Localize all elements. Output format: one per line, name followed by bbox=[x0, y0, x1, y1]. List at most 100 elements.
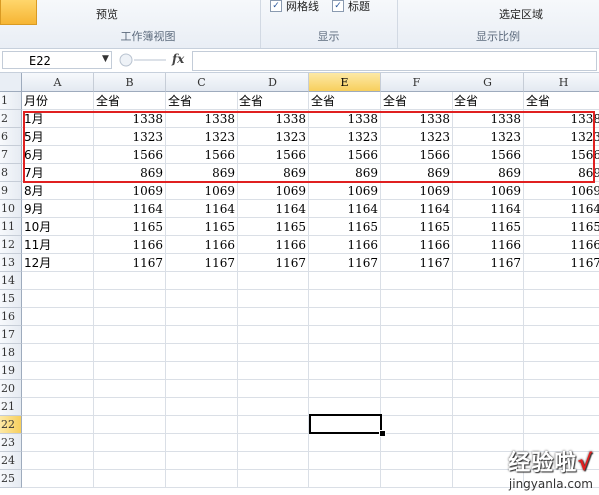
cell-d24[interactable] bbox=[237, 452, 309, 470]
cell-a12[interactable]: 11月 bbox=[22, 236, 94, 254]
cell-h21[interactable] bbox=[524, 398, 599, 416]
cell-d25[interactable] bbox=[237, 470, 309, 488]
cell-b6[interactable]: 1323 bbox=[94, 128, 166, 146]
cell-f15[interactable] bbox=[381, 290, 453, 308]
cell-f6[interactable]: 1323 bbox=[381, 128, 453, 146]
cell-c24[interactable] bbox=[166, 452, 238, 470]
gridlines-checkbox[interactable]: ✓ bbox=[270, 0, 282, 12]
cell-d7[interactable]: 1566 bbox=[237, 146, 309, 164]
cell-e10[interactable]: 1164 bbox=[309, 200, 381, 218]
cell-d18[interactable] bbox=[237, 344, 309, 362]
cell-e14[interactable] bbox=[309, 272, 381, 290]
row-header-6[interactable]: 6 bbox=[0, 128, 22, 146]
cell-f8[interactable]: 869 bbox=[381, 164, 453, 182]
cell-d11[interactable]: 1165 bbox=[237, 218, 309, 236]
column-header-d[interactable]: D bbox=[237, 73, 309, 92]
cell-h13[interactable]: 1167 bbox=[524, 254, 599, 272]
column-header-e[interactable]: E bbox=[309, 73, 381, 92]
column-header-a[interactable]: A bbox=[22, 73, 94, 92]
row-header-19[interactable]: 19 bbox=[0, 362, 22, 380]
cell-f24[interactable] bbox=[381, 452, 453, 470]
cell-e24[interactable] bbox=[309, 452, 381, 470]
cell-d14[interactable] bbox=[237, 272, 309, 290]
cell-b23[interactable] bbox=[94, 434, 166, 452]
active-cell[interactable] bbox=[309, 414, 382, 434]
cell-d8[interactable]: 869 bbox=[237, 164, 309, 182]
cell-b18[interactable] bbox=[94, 344, 166, 362]
cell-b1[interactable]: 全省 bbox=[94, 92, 166, 110]
row-header-23[interactable]: 23 bbox=[0, 434, 22, 452]
cell-e1[interactable]: 全省 bbox=[309, 92, 381, 110]
cell-g15[interactable] bbox=[452, 290, 524, 308]
cell-c9[interactable]: 1069 bbox=[166, 182, 238, 200]
cell-e2[interactable]: 1338 bbox=[309, 110, 381, 128]
cell-a7[interactable]: 6月 bbox=[22, 146, 94, 164]
cell-g9[interactable]: 1069 bbox=[452, 182, 524, 200]
cell-f18[interactable] bbox=[381, 344, 453, 362]
cell-b17[interactable] bbox=[94, 326, 166, 344]
cell-a20[interactable] bbox=[22, 380, 94, 398]
cell-g10[interactable]: 1164 bbox=[452, 200, 524, 218]
row-header-9[interactable]: 9 bbox=[0, 182, 22, 200]
cell-a2[interactable]: 1月 bbox=[22, 110, 94, 128]
cell-f23[interactable] bbox=[381, 434, 453, 452]
name-box[interactable]: E22 bbox=[2, 51, 112, 69]
cell-a23[interactable] bbox=[22, 434, 94, 452]
cell-b22[interactable] bbox=[94, 416, 166, 434]
cell-h16[interactable] bbox=[524, 308, 599, 326]
cell-b21[interactable] bbox=[94, 398, 166, 416]
select-all-corner[interactable] bbox=[0, 73, 22, 92]
column-header-b[interactable]: B bbox=[94, 73, 166, 92]
row-header-17[interactable]: 17 bbox=[0, 326, 22, 344]
ribbon-orange-button[interactable] bbox=[0, 0, 37, 25]
column-header-h[interactable]: H bbox=[524, 73, 599, 92]
cell-b11[interactable]: 1165 bbox=[94, 218, 166, 236]
insert-function-icon[interactable]: fx bbox=[172, 52, 184, 66]
cell-a13[interactable]: 12月 bbox=[22, 254, 94, 272]
cell-g13[interactable]: 1167 bbox=[452, 254, 524, 272]
cell-f20[interactable] bbox=[381, 380, 453, 398]
cell-h6[interactable]: 1323 bbox=[524, 128, 599, 146]
row-header-18[interactable]: 18 bbox=[0, 344, 22, 362]
cell-a21[interactable] bbox=[22, 398, 94, 416]
cell-c23[interactable] bbox=[166, 434, 238, 452]
cell-a1[interactable]: 月份 bbox=[22, 92, 94, 110]
cell-c19[interactable] bbox=[166, 362, 238, 380]
cell-f2[interactable]: 1338 bbox=[381, 110, 453, 128]
cell-c13[interactable]: 1167 bbox=[166, 254, 238, 272]
cell-c14[interactable] bbox=[166, 272, 238, 290]
cell-a25[interactable] bbox=[22, 470, 94, 488]
cell-h7[interactable]: 1566 bbox=[524, 146, 599, 164]
headings-checkbox[interactable]: ✓ bbox=[332, 0, 344, 12]
cell-a6[interactable]: 5月 bbox=[22, 128, 94, 146]
fill-handle[interactable] bbox=[379, 430, 386, 437]
cell-c7[interactable]: 1566 bbox=[166, 146, 238, 164]
cell-d21[interactable] bbox=[237, 398, 309, 416]
cell-c8[interactable]: 869 bbox=[166, 164, 238, 182]
row-header-1[interactable]: 1 bbox=[0, 92, 22, 110]
cell-e6[interactable]: 1323 bbox=[309, 128, 381, 146]
cell-e23[interactable] bbox=[309, 434, 381, 452]
cell-g7[interactable]: 1566 bbox=[452, 146, 524, 164]
column-header-f[interactable]: F bbox=[381, 73, 453, 92]
preview-button[interactable]: 预览 bbox=[96, 6, 118, 22]
cell-h14[interactable] bbox=[524, 272, 599, 290]
cell-g19[interactable] bbox=[452, 362, 524, 380]
cell-c18[interactable] bbox=[166, 344, 238, 362]
cell-c17[interactable] bbox=[166, 326, 238, 344]
cell-f7[interactable]: 1566 bbox=[381, 146, 453, 164]
cell-h8[interactable]: 869 bbox=[524, 164, 599, 182]
cell-c22[interactable] bbox=[166, 416, 238, 434]
cell-g11[interactable]: 1165 bbox=[452, 218, 524, 236]
cell-f9[interactable]: 1069 bbox=[381, 182, 453, 200]
cell-c20[interactable] bbox=[166, 380, 238, 398]
cell-e20[interactable] bbox=[309, 380, 381, 398]
row-header-16[interactable]: 16 bbox=[0, 308, 22, 326]
cell-b20[interactable] bbox=[94, 380, 166, 398]
cell-b16[interactable] bbox=[94, 308, 166, 326]
cell-g14[interactable] bbox=[452, 272, 524, 290]
row-header-25[interactable]: 25 bbox=[0, 470, 22, 488]
cell-h20[interactable] bbox=[524, 380, 599, 398]
cell-e8[interactable]: 869 bbox=[309, 164, 381, 182]
cell-e13[interactable]: 1167 bbox=[309, 254, 381, 272]
